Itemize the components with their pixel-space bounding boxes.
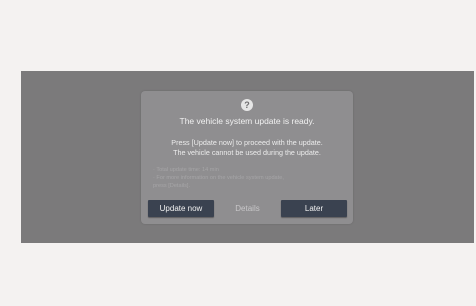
vehicle-screen: ? The vehicle system update is ready. Pr… [21,71,474,243]
details-info-note: · For more information on the vehicle sy… [153,175,284,181]
later-button[interactable]: Later [281,200,347,217]
update-time-note: · Total update time: 14 min [153,167,219,173]
details-info-note: press [Details]. [153,183,190,189]
dialog-message-line: The vehicle cannot be used during the up… [173,148,321,157]
update-dialog: ? The vehicle system update is ready. Pr… [141,91,353,224]
update-now-button[interactable]: Update now [148,200,214,217]
dialog-message-line: Press [Update now] to proceed with the u… [171,138,323,147]
details-button[interactable]: Details [215,200,280,217]
question-icon: ? [241,99,253,111]
dialog-title: The vehicle system update is ready. [179,116,315,126]
